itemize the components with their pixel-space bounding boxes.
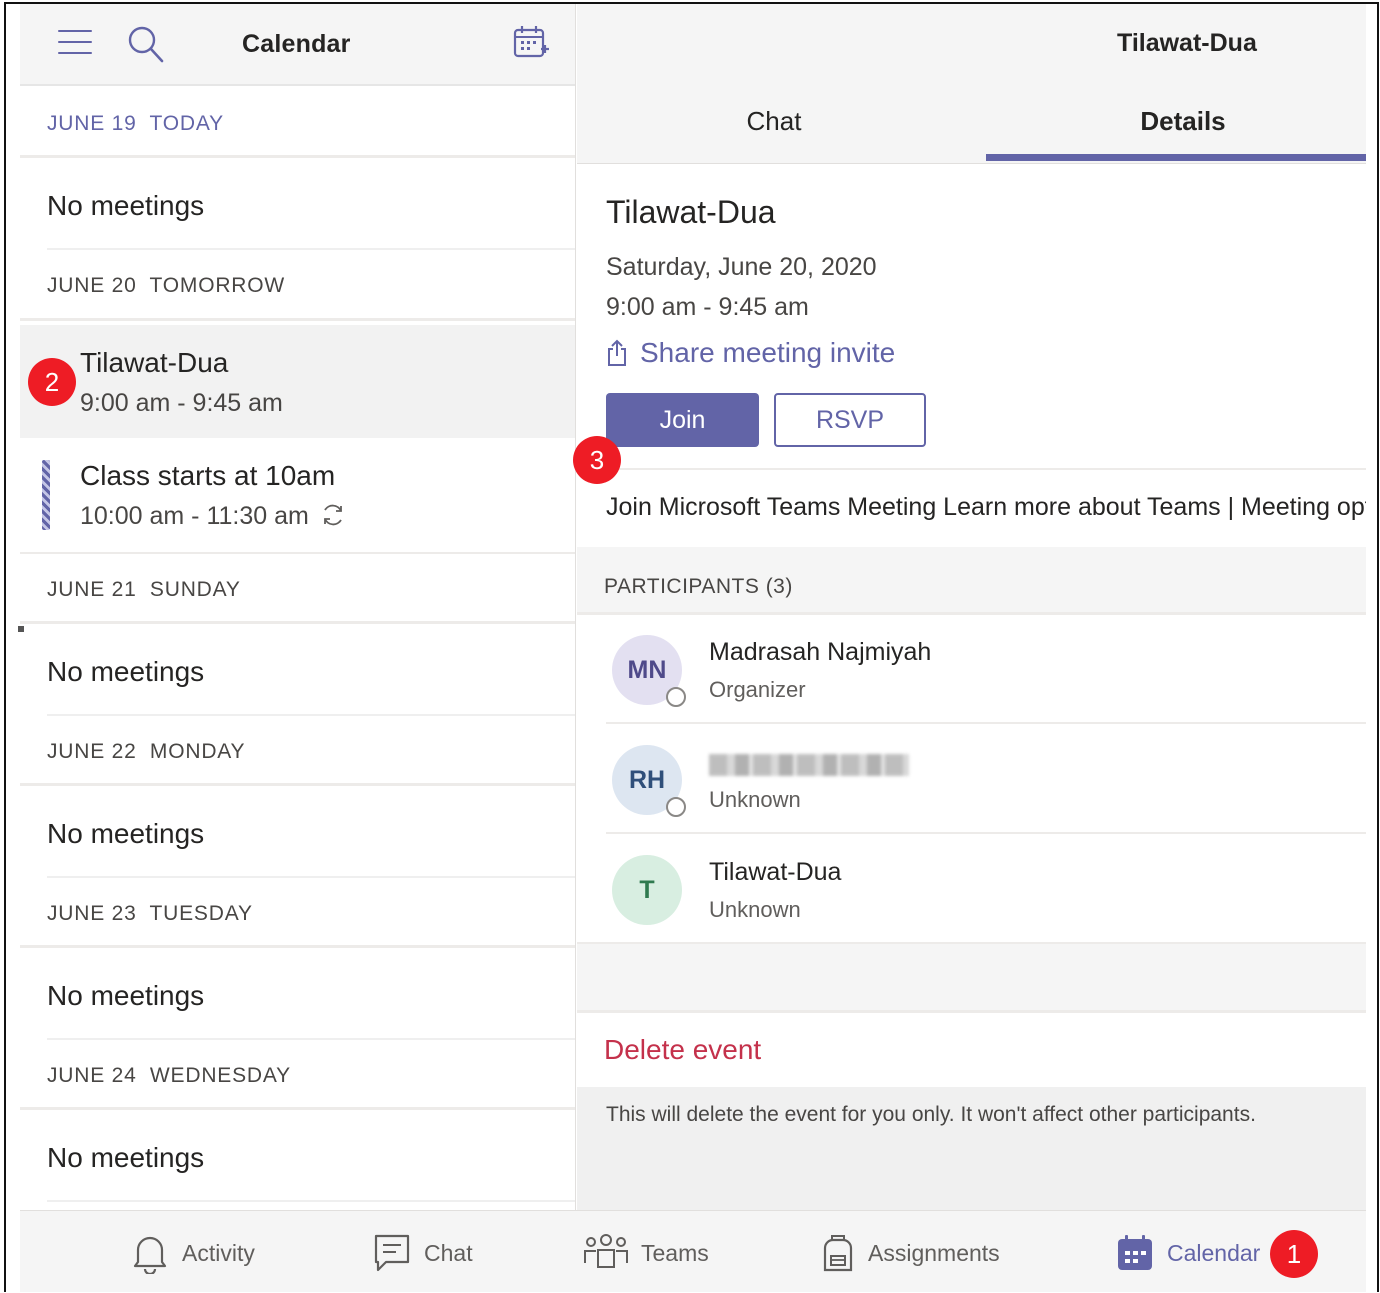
share-icon	[608, 339, 626, 366]
avatar: T	[612, 855, 682, 925]
meeting-title: Tilawat-Dua	[606, 194, 776, 230]
day-label: JUNE 19 TODAY	[47, 112, 224, 135]
day-header-june-24: JUNE 24 WEDNESDAY	[20, 1040, 575, 1110]
day-header-june-20: JUNE 20 TOMORROW	[20, 250, 575, 320]
presence-status-icon	[666, 797, 686, 817]
share-meeting-invite-link[interactable]: Share meeting invite	[606, 333, 895, 373]
participant-item[interactable]: T Tilawat-Dua Unknown	[577, 834, 1366, 944]
no-meetings-text: No meetings	[47, 656, 205, 687]
day-label: JUNE 21 SUNDAY	[47, 578, 241, 601]
day-header-june-22: JUNE 22 MONDAY	[20, 716, 575, 786]
no-meetings-text: No meetings	[47, 980, 205, 1011]
delete-event-button[interactable]: Delete event	[604, 1034, 761, 1066]
participant-role: Unknown	[709, 897, 801, 922]
recurring-icon	[323, 504, 342, 526]
participants-header: PARTICIPANTS (3)	[577, 547, 1366, 613]
screenshot-frame: Calendar JUNE 19 TODAY No meetings JUNE …	[4, 2, 1379, 1292]
annotation-badge-1: 1	[1270, 1230, 1318, 1278]
new-event-calendar-icon[interactable]	[512, 24, 550, 62]
participant-name: Madrasah Najmiyah	[709, 638, 932, 666]
presence-status-icon	[666, 687, 686, 707]
day-header-june-19: JUNE 19 TODAY	[20, 88, 575, 158]
event-item-class-starts[interactable]: Class starts at 10am 10:00 am - 11:30 am	[20, 438, 575, 552]
calendar-agenda-pane: Calendar JUNE 19 TODAY No meetings JUNE …	[20, 4, 576, 1210]
meeting-description: Join Microsoft Teams Meeting Learn more …	[606, 493, 1366, 521]
teams-app: Calendar JUNE 19 TODAY No meetings JUNE …	[20, 4, 1366, 1292]
teams-icon	[584, 1234, 628, 1268]
day-header-june-23: JUNE 23 TUESDAY	[20, 878, 575, 948]
chat-icon	[374, 1234, 410, 1272]
participant-role: Unknown	[709, 787, 801, 812]
day-label: JUNE 20 TOMORROW	[47, 274, 286, 297]
participant-name: Tilawat-Dua	[709, 858, 842, 886]
nav-chat[interactable]: Chat	[372, 1211, 473, 1292]
participants-label: PARTICIPANTS (3)	[604, 575, 793, 598]
no-meetings-text: No meetings	[47, 818, 205, 849]
event-time: 9:00 am - 9:45 am	[80, 389, 283, 417]
day-label: JUNE 22 MONDAY	[47, 740, 246, 763]
bell-icon	[133, 1236, 167, 1274]
avatar: MN	[612, 635, 686, 707]
search-icon[interactable]	[126, 24, 164, 64]
join-button[interactable]: Join	[606, 393, 759, 447]
delete-event-note: This will delete the event for you only.…	[606, 1103, 1256, 1126]
meeting-tabs: Chat Details	[577, 86, 1366, 164]
share-meeting-invite-label: Share meeting invite	[640, 337, 896, 368]
meeting-details-pane: Tilawat-Dua Chat Details Tilawat-Dua Sat…	[577, 4, 1366, 1210]
event-color-stripe	[42, 460, 50, 530]
nav-calendar[interactable]: Calendar	[1115, 1211, 1260, 1292]
no-meetings-text: No meetings	[47, 190, 205, 221]
avatar: RH	[612, 745, 686, 817]
annotation-badge-2: 2	[28, 358, 76, 406]
active-tab-indicator	[986, 154, 1366, 161]
nav-activity[interactable]: Activity	[130, 1211, 255, 1292]
participant-item[interactable]: MN Madrasah Najmiyah Organizer	[577, 614, 1366, 724]
nav-assignments[interactable]: Assignments	[820, 1211, 1000, 1292]
tab-chat[interactable]: Chat	[577, 86, 971, 164]
nav-teams[interactable]: Teams	[583, 1211, 709, 1292]
tab-details[interactable]: Details	[986, 86, 1366, 164]
rsvp-button[interactable]: RSVP	[774, 393, 926, 447]
event-title: Tilawat-Dua	[80, 347, 229, 378]
meeting-header-title: Tilawat-Dua	[1117, 29, 1257, 57]
calendar-title: Calendar	[242, 30, 351, 58]
day-label: JUNE 23 TUESDAY	[47, 902, 253, 925]
calendar-header: Calendar	[20, 4, 575, 86]
bottom-navigation-bar: Activity Chat Teams Assignments Calendar	[20, 1210, 1366, 1292]
no-meetings-text: No meetings	[47, 1142, 205, 1173]
meeting-header: Tilawat-Dua	[577, 4, 1366, 86]
meeting-time: 9:00 am - 9:45 am	[606, 293, 809, 321]
day-header-june-21: JUNE 21 SUNDAY	[20, 554, 575, 624]
calendar-icon	[1118, 1235, 1152, 1270]
day-label: JUNE 24 WEDNESDAY	[47, 1064, 291, 1087]
meeting-date: Saturday, June 20, 2020	[606, 253, 877, 281]
event-title: Class starts at 10am	[80, 460, 336, 491]
event-time: 10:00 am - 11:30 am	[80, 502, 309, 530]
participant-item[interactable]: RH Unknown	[577, 724, 1366, 834]
annotation-badge-3: 3	[573, 436, 621, 484]
hamburger-menu-icon[interactable]	[58, 28, 92, 56]
delete-note-area: This will delete the event for you only.…	[577, 1087, 1366, 1210]
event-item-tilawat-dua[interactable]: Tilawat-Dua 9:00 am - 9:45 am	[20, 325, 575, 438]
redacted-participant-name	[709, 754, 909, 776]
backpack-icon	[823, 1235, 853, 1272]
participant-role: Organizer	[709, 677, 806, 702]
